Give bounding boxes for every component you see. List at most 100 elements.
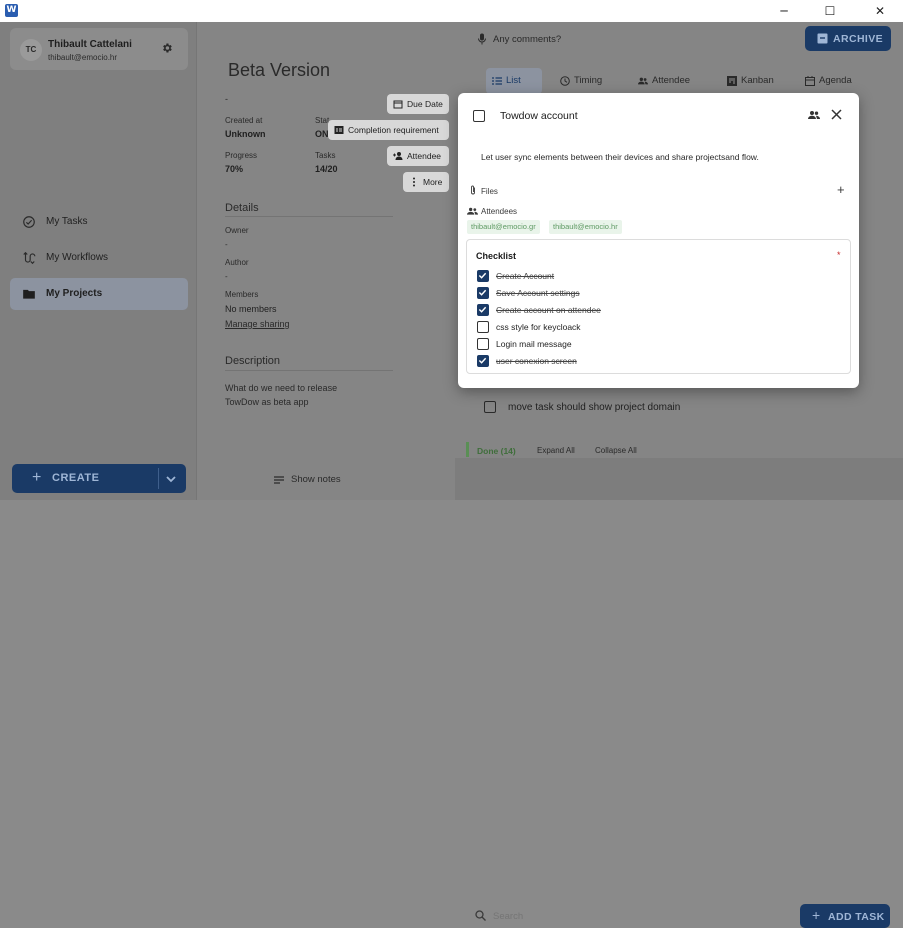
archive-label: ARCHIVE — [833, 33, 884, 45]
avatar: TC — [20, 39, 42, 61]
tasks-label: Tasks — [315, 151, 336, 160]
checklist-item[interactable]: css style for keycloack — [477, 319, 847, 335]
checkmark-icon — [478, 289, 487, 296]
sidebar-item-my-workflows[interactable]: My Workflows — [10, 242, 188, 274]
minimize-button[interactable]: ─ — [761, 0, 807, 22]
workflow-icon — [23, 251, 36, 265]
close-window-button[interactable]: ✕ — [857, 0, 903, 22]
comments-input[interactable]: Any comments? — [493, 34, 561, 45]
search-input[interactable] — [493, 907, 653, 925]
checklist-checkbox[interactable] — [477, 338, 489, 350]
files-label: Files — [481, 187, 498, 196]
task-detail-modal: Towdow account Let user sync elements be… — [458, 93, 859, 388]
completion-requirement-label: Completion requirement — [348, 125, 439, 135]
divider — [225, 216, 393, 217]
requirement-icon — [334, 126, 344, 134]
task-checkbox[interactable] — [484, 401, 496, 413]
attendee-button[interactable]: Attendee — [387, 146, 449, 166]
add-task-button[interactable]: + ADD TASK — [800, 904, 890, 928]
show-notes-button[interactable]: Show notes — [291, 474, 341, 485]
description-line: What do we need to release — [225, 383, 338, 393]
checklist-item[interactable]: Create Account — [477, 268, 847, 284]
search-icon — [475, 910, 486, 921]
owner-value: - — [225, 240, 228, 249]
checklist-item[interactable]: Create account on attendee — [477, 302, 847, 318]
description-line: TowDow as beta app — [225, 397, 309, 407]
tasks-value: 14/20 — [315, 164, 338, 174]
tab-label: Timing — [574, 75, 603, 86]
checklist-checkbox[interactable] — [477, 270, 489, 282]
sidebar-item-my-projects[interactable]: My Projects — [10, 278, 188, 310]
required-marker: * — [837, 250, 841, 260]
checklist-checkbox[interactable] — [477, 355, 489, 367]
plus-icon: + — [812, 907, 821, 923]
checklist-checkbox[interactable] — [477, 321, 489, 333]
more-button[interactable]: More — [403, 172, 449, 192]
checklist-item[interactable]: Save Account settings — [477, 285, 847, 301]
progress-label: Progress — [225, 151, 258, 160]
microphone-icon[interactable] — [477, 33, 487, 45]
checkmark-icon — [478, 306, 487, 313]
modal-title[interactable]: Towdow account — [500, 110, 578, 122]
sidebar: TC Thibault Cattelani thibault@emocio.hr… — [0, 22, 197, 500]
agenda-icon — [805, 76, 815, 86]
sidebar-item-label: My Tasks — [46, 216, 88, 227]
checklist-item[interactable]: user conexion screen — [477, 353, 847, 369]
tab-agenda[interactable]: Agenda — [799, 68, 871, 94]
checkmark-icon — [478, 272, 487, 279]
close-icon[interactable] — [831, 109, 842, 120]
tab-label: Kanban — [741, 75, 774, 86]
tab-attendee[interactable]: Attendee — [632, 68, 710, 94]
sidebar-item-my-tasks[interactable]: My Tasks — [10, 206, 188, 238]
author-value: - — [225, 272, 228, 281]
chevron-down-icon[interactable] — [164, 473, 178, 485]
create-label: CREATE — [52, 472, 100, 484]
divider — [225, 370, 393, 371]
bottom-bar: + ADD TASK — [455, 458, 903, 928]
plus-icon: + — [32, 469, 42, 486]
checklist-checkbox[interactable] — [477, 304, 489, 316]
task-complete-checkbox[interactable] — [473, 110, 485, 122]
attendee-chip[interactable]: thibault@emocio.hr — [549, 220, 622, 234]
people-icon — [638, 77, 648, 85]
tab-timing[interactable]: Timing — [554, 68, 620, 94]
tab-list[interactable]: List — [486, 68, 542, 94]
checklist-item-label: user conexion screen — [496, 356, 577, 366]
calendar-icon — [393, 100, 403, 109]
add-file-button[interactable]: + — [837, 182, 845, 197]
checklist-item[interactable]: Login mail message — [477, 336, 847, 352]
maximize-button[interactable]: ☐ — [807, 0, 853, 22]
people-icon[interactable] — [808, 110, 820, 120]
checklist-item-label: css style for keycloack — [496, 322, 581, 332]
app-window: W ─ ☐ ✕ TC Thibault Cattelani thibault@e… — [0, 0, 903, 928]
completion-requirement-button[interactable]: Completion requirement — [328, 120, 449, 140]
user-email: thibault@emocio.hr — [48, 53, 118, 62]
archive-icon — [817, 33, 828, 44]
collapse-all-button[interactable]: Collapse All — [595, 446, 637, 455]
attendee-chip[interactable]: thibault@emocio.gr — [467, 220, 540, 234]
done-group-label[interactable]: Done (14) — [477, 446, 516, 456]
members-value: No members — [225, 304, 277, 314]
expand-all-button[interactable]: Expand All — [537, 446, 575, 455]
tab-kanban[interactable]: Kanban — [721, 68, 787, 94]
paperclip-icon — [471, 185, 475, 195]
gear-icon[interactable] — [161, 42, 173, 54]
archive-button[interactable]: ARCHIVE — [805, 26, 891, 51]
due-date-button[interactable]: Due Date — [387, 94, 449, 114]
checklist-checkbox[interactable] — [477, 287, 489, 299]
task-description[interactable]: Let user sync elements between their dev… — [481, 152, 759, 162]
user-card[interactable]: TC Thibault Cattelani thibault@emocio.hr — [10, 28, 188, 70]
add-task-label: ADD TASK — [828, 911, 885, 923]
attendees-label: Attendees — [481, 207, 518, 216]
done-indicator — [466, 442, 469, 457]
manage-sharing-link[interactable]: Manage sharing — [225, 319, 290, 329]
owner-label: Owner — [225, 226, 249, 235]
create-button[interactable]: + CREATE — [12, 464, 186, 493]
created-at-label: Created at — [225, 116, 263, 125]
check-circle-icon — [23, 216, 35, 228]
add-person-icon — [393, 152, 403, 160]
task-title[interactable]: move task should show project domain — [508, 402, 680, 413]
project-subtitle: - — [225, 94, 228, 104]
sidebar-item-label: My Workflows — [46, 252, 109, 263]
notes-icon — [274, 476, 284, 484]
